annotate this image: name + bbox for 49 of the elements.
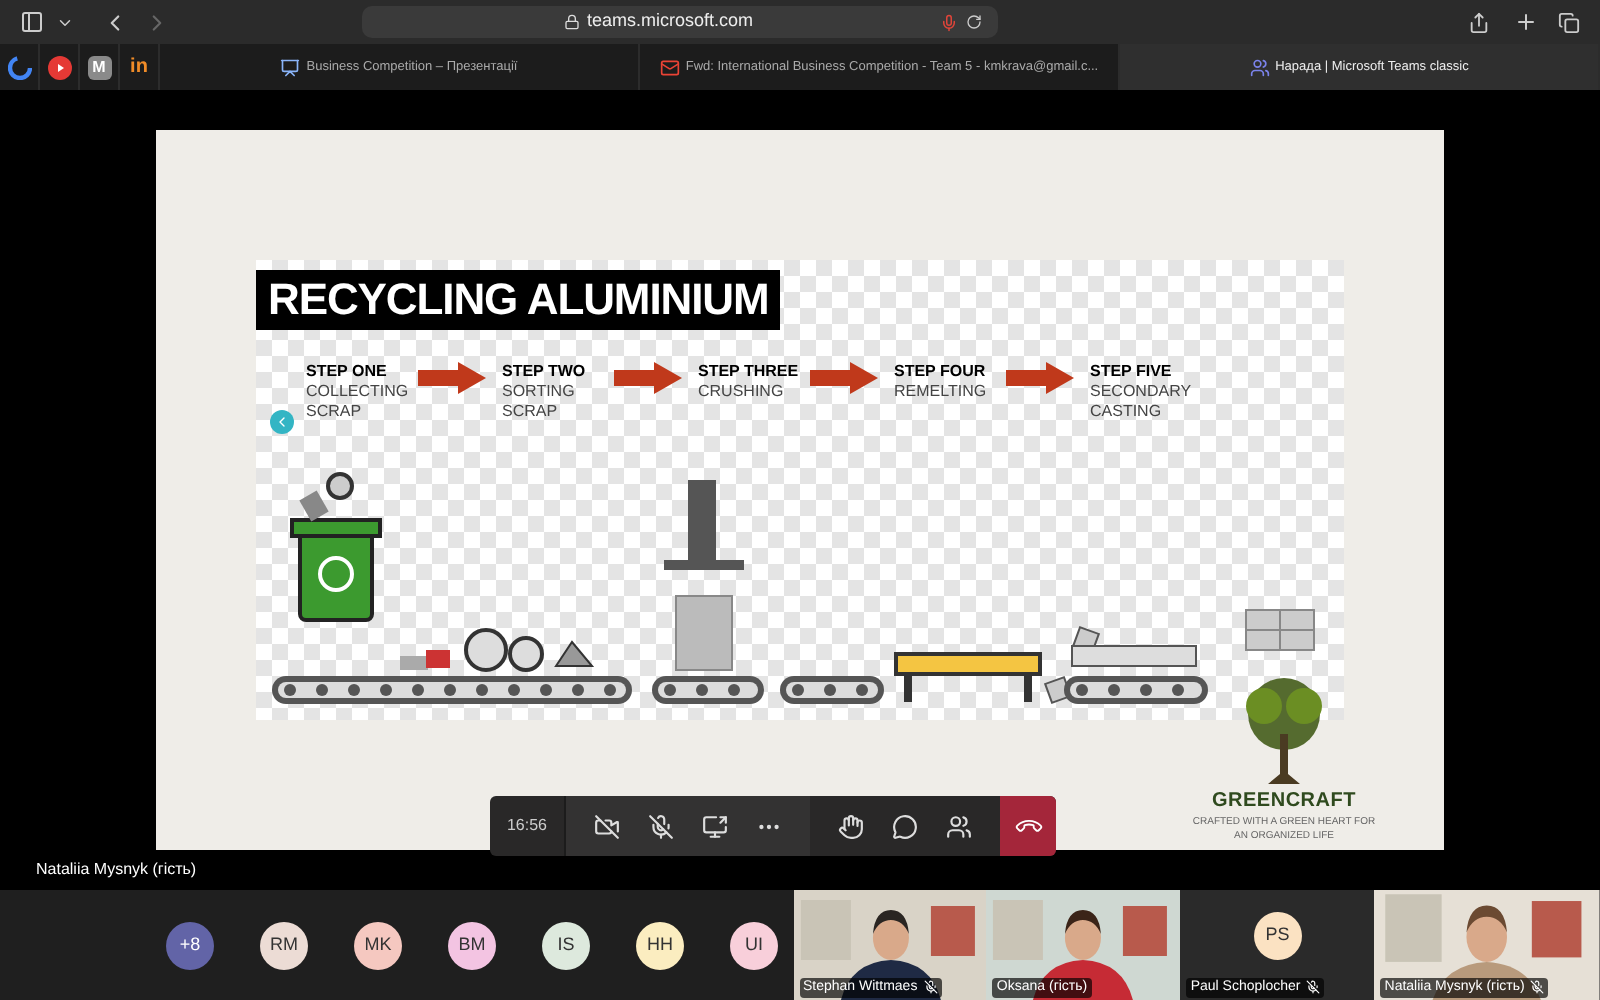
tree-icon: [1240, 674, 1328, 786]
tab-favicon: M: [87, 55, 111, 79]
step-description: REMELTING: [894, 382, 989, 402]
brand-name: GREENCRAFT: [1212, 788, 1356, 816]
leave-button[interactable]: [1000, 796, 1056, 856]
presentation-icon: [280, 57, 301, 77]
arrow-icon: [614, 362, 682, 394]
arrow-icon: [810, 362, 878, 394]
step-label: STEP FIVE: [1090, 362, 1174, 382]
share-icon[interactable]: [1468, 11, 1490, 33]
people-icon: [1249, 57, 1270, 77]
participant-avatar[interactable]: RM: [260, 921, 308, 969]
address-bar[interactable]: teams.microsoft.com: [362, 6, 998, 38]
participant-avatar[interactable]: BM: [448, 921, 496, 969]
presenter-name: Nataliia Mysnyk (гість): [36, 858, 197, 882]
tab-favicon: in: [130, 54, 148, 82]
participant-avatar[interactable]: IS: [542, 921, 590, 969]
step-description: CRUSHING: [698, 382, 786, 402]
participants-icon[interactable]: [946, 813, 972, 839]
new-tab-icon[interactable]: [1514, 10, 1538, 34]
step-description: SORTING SCRAP: [502, 382, 577, 422]
step-label: STEP FOUR: [894, 362, 988, 382]
arrow-icon: [418, 362, 486, 394]
tabs-overview-icon[interactable]: [1558, 11, 1580, 33]
participant-avatar[interactable]: HH: [636, 921, 684, 969]
sidebar-icon[interactable]: [20, 10, 44, 34]
meeting-timer: 16:56: [506, 814, 548, 838]
share-screen-icon[interactable]: [702, 813, 728, 839]
microphone-icon[interactable]: [940, 13, 958, 31]
step-description: COLLECTING SCRAP: [306, 382, 411, 422]
camera-off-icon[interactable]: [594, 813, 620, 839]
slide-title: RECYCLING ALUMINIUM: [256, 270, 781, 330]
step-description: SECONDARY CASTING: [1090, 382, 1193, 422]
arrow-icon: [1006, 362, 1074, 394]
microphone-off-icon[interactable]: [648, 813, 674, 839]
url-text: teams.microsoft.com: [586, 8, 754, 35]
participant-avatar[interactable]: UI: [730, 921, 778, 969]
step-label: STEP ONE: [306, 362, 389, 382]
participant-avatar[interactable]: MK: [354, 921, 402, 969]
more-participants-badge[interactable]: +8: [166, 921, 214, 969]
step-label: STEP TWO: [502, 362, 588, 382]
play-icon: [47, 55, 71, 79]
mail-icon: [659, 57, 680, 77]
chat-icon[interactable]: [892, 813, 918, 839]
raise-hand-icon[interactable]: [838, 813, 864, 839]
lock-icon: [564, 14, 581, 30]
step-label: STEP THREE: [698, 362, 801, 382]
reload-icon[interactable]: [966, 14, 982, 30]
participant-avatar: PS: [1253, 911, 1302, 959]
